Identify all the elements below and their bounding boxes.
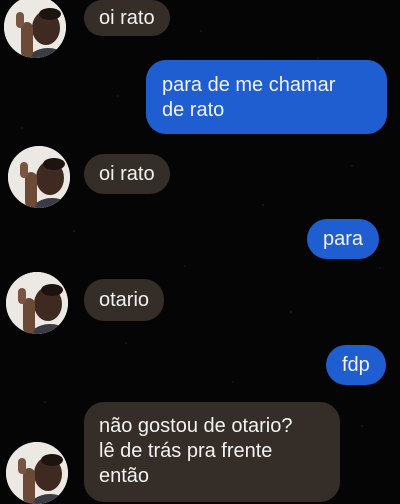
person-peeking-avatar-icon [8,146,70,208]
message-bubble-incoming[interactable]: oi rato [84,154,170,194]
sender-avatar[interactable] [8,146,70,208]
sender-avatar[interactable] [6,442,68,504]
message-text: fdp [342,353,370,376]
message-text-line: de rato [162,99,225,121]
person-peeking-avatar-icon [6,272,68,334]
person-peeking-avatar-icon [6,442,68,504]
message-text-line: lê de trás pra frente [99,440,273,462]
message-bubble-outgoing[interactable]: para de me chamar de rato [146,60,387,134]
sender-avatar[interactable] [4,0,66,58]
message-bubble-outgoing[interactable]: fdp [326,345,386,385]
message-text-line: para de me chamar [162,74,336,96]
message-bubble-incoming[interactable]: não gostou de otario? lê de trás pra fre… [84,402,340,502]
message-bubble-outgoing[interactable]: para [307,219,380,259]
person-peeking-avatar-icon [4,0,66,58]
message-text-line: não gostou de otario? [99,415,293,437]
message-text: para [323,227,364,250]
message-text-line: então [99,465,150,487]
message-text: oi rato [99,6,155,29]
message-bubble-incoming[interactable]: otario [84,279,165,321]
message-text: oi rato [99,162,155,185]
message-bubble-incoming[interactable]: oi rato [84,0,170,36]
sender-avatar[interactable] [6,272,68,334]
message-text: otario [99,288,150,311]
